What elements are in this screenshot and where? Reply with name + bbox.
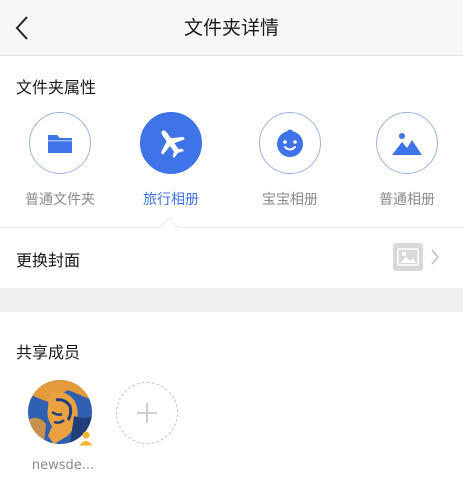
option-travel-album[interactable]: 旅行相册 <box>116 112 226 209</box>
airplane-icon <box>161 130 186 158</box>
option-label: 普通相册 <box>379 192 435 208</box>
member-item[interactable]: newsde... <box>28 380 98 473</box>
page-title: 文件夹详情 <box>183 17 279 39</box>
option-circle <box>259 112 321 174</box>
option-circle <box>140 112 202 174</box>
section-title-members: 共享成员 <box>16 343 81 362</box>
folder-type-options: 普通文件夹 旅行相册 宝宝相册 普通相册 <box>0 112 463 212</box>
option-circle <box>376 112 438 174</box>
option-circle <box>29 112 91 174</box>
option-label: 普通文件夹 <box>25 192 95 208</box>
change-cover-row[interactable]: 更换封面 <box>0 228 463 288</box>
option-normal-folder[interactable]: 普通文件夹 <box>5 112 115 209</box>
add-member-button[interactable] <box>116 382 178 444</box>
folder-icon <box>48 135 72 153</box>
option-normal-album[interactable]: 普通相册 <box>352 112 462 209</box>
option-label: 宝宝相册 <box>262 192 318 208</box>
option-label: 旅行相册 <box>143 192 199 208</box>
baby-face-icon <box>277 129 303 157</box>
change-cover-label: 更换封面 <box>16 251 81 270</box>
member-name: newsde... <box>31 458 95 473</box>
nav-bar: 文件夹详情 <box>0 0 463 56</box>
option-baby-album[interactable]: 宝宝相册 <box>235 112 345 209</box>
landscape-icon <box>392 133 422 155</box>
section-separator <box>0 288 463 312</box>
plus-icon <box>137 403 157 423</box>
image-icon <box>393 243 423 271</box>
owner-badge-icon <box>79 431 93 446</box>
section-title-properties: 文件夹属性 <box>16 78 97 97</box>
chevron-right-icon <box>431 249 440 265</box>
